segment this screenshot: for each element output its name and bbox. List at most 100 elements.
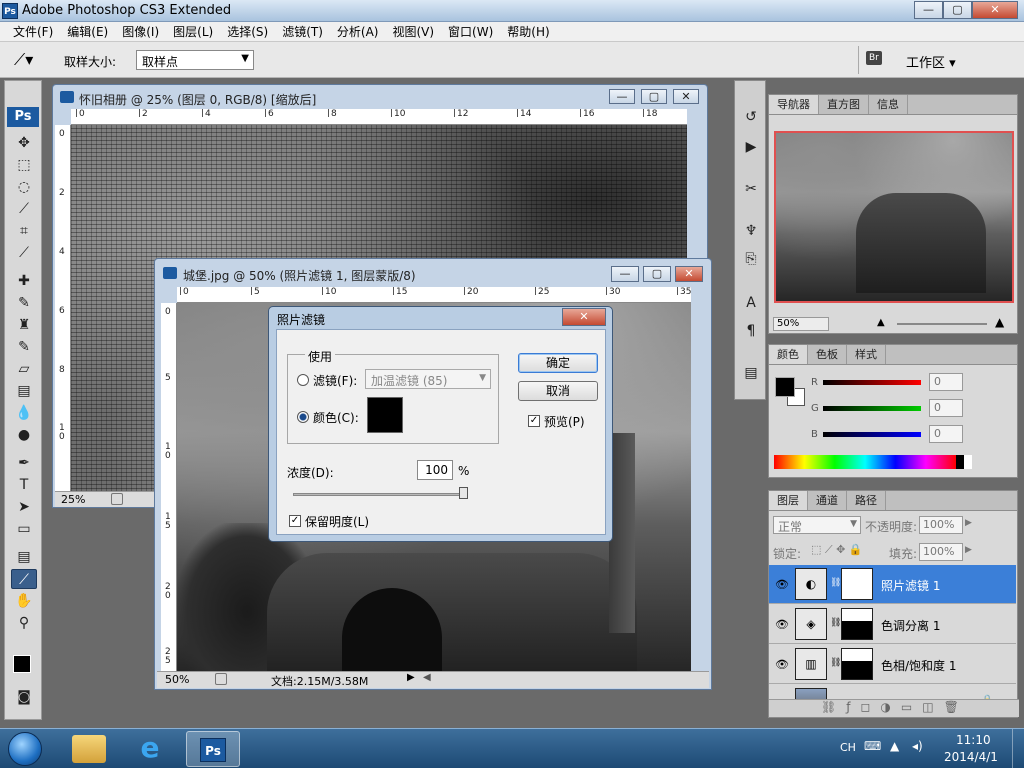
green-slider[interactable] xyxy=(823,406,921,411)
tab-color[interactable]: 颜色 xyxy=(769,345,808,364)
layer-mask-thumbnail[interactable] xyxy=(841,568,873,600)
foreground-color-swatch[interactable] xyxy=(13,655,31,673)
notes-tool-icon[interactable]: ▤ xyxy=(11,547,37,567)
bridge-icon[interactable]: Br xyxy=(866,51,882,65)
path-selection-tool-icon[interactable]: ➤ xyxy=(11,497,37,517)
move-tool-icon[interactable]: ✥ xyxy=(11,133,37,153)
doc-close-button[interactable]: ✕ xyxy=(673,89,699,104)
blue-slider[interactable] xyxy=(823,432,921,437)
navigator-zoom-field[interactable]: 50% xyxy=(773,317,829,331)
doc-maximize-button[interactable]: ▢ xyxy=(641,89,667,104)
layer-mask-thumbnail[interactable] xyxy=(841,608,873,640)
color-swatch[interactable] xyxy=(367,397,403,433)
input-language-indicator[interactable]: CH xyxy=(840,741,856,754)
zoom-level[interactable]: 25% xyxy=(61,493,85,506)
lock-icons[interactable]: ⬚ ⟋ ✥ 🔒 xyxy=(811,543,863,557)
tab-histogram[interactable]: 直方图 xyxy=(819,95,869,114)
tab-styles[interactable]: 样式 xyxy=(847,345,886,364)
gradient-tool-icon[interactable]: ▤ xyxy=(11,381,37,401)
layer-row[interactable]: 👁 ◐ ⛓ 照片滤镜 1 xyxy=(769,565,1016,604)
rectangle-tool-icon[interactable]: ▭ xyxy=(11,519,37,539)
eyedropper-tool-icon[interactable]: ⟋▾ xyxy=(14,50,33,70)
tab-paths[interactable]: 路径 xyxy=(847,491,886,510)
layer-row[interactable]: 👁 背景 🔒 xyxy=(769,685,1016,699)
layer-mask-thumbnail[interactable] xyxy=(841,648,873,680)
paragraph-panel-icon[interactable]: ¶ xyxy=(738,321,764,341)
density-slider-track[interactable] xyxy=(293,493,463,496)
tab-layers[interactable]: 图层 xyxy=(769,491,808,510)
history-brush-tool-icon[interactable]: ✎ xyxy=(11,337,37,357)
tab-swatches[interactable]: 色板 xyxy=(808,345,847,364)
type-tool-icon[interactable]: T xyxy=(11,475,37,495)
layer-row[interactable]: 👁 ▥ ⛓ 色相/饱和度 1 xyxy=(769,645,1016,684)
zoom-level[interactable]: 50% xyxy=(165,673,189,686)
volume-icon[interactable]: ◂) xyxy=(912,739,923,753)
status-menu-icon[interactable] xyxy=(215,673,227,685)
filter-radio[interactable] xyxy=(297,374,309,386)
ok-button[interactable]: 确定 xyxy=(518,353,598,373)
sample-size-select[interactable]: 取样点 ▼ xyxy=(136,50,254,70)
fill-arrow-icon[interactable]: ▶ xyxy=(965,545,972,555)
opacity-input[interactable]: 100% xyxy=(919,516,963,534)
green-input[interactable]: 0 xyxy=(929,399,963,417)
density-slider-thumb[interactable] xyxy=(459,487,468,499)
tab-navigator[interactable]: 导航器 xyxy=(769,95,819,114)
menu-layer[interactable]: 图层(L) xyxy=(166,22,220,42)
zoom-in-icon[interactable]: ▲ xyxy=(995,315,1004,329)
photoshop-task-button[interactable]: Ps xyxy=(186,731,240,767)
keyboard-icon[interactable]: ⌨ xyxy=(864,739,881,753)
cancel-button[interactable]: 取消 xyxy=(518,381,598,401)
red-input[interactable]: 0 xyxy=(929,373,963,391)
show-desktop-button[interactable] xyxy=(1012,729,1024,768)
menu-file[interactable]: 文件(F) xyxy=(6,22,60,42)
doc-minimize-button[interactable]: — xyxy=(611,266,639,282)
network-icon[interactable]: ▲ xyxy=(890,739,899,753)
chain-link-icon[interactable]: ⛓ xyxy=(830,578,841,588)
scroll-left-arrow-icon[interactable]: ◀ xyxy=(423,672,431,683)
visibility-eye-icon[interactable]: 👁 xyxy=(775,658,789,671)
character-panel-icon[interactable]: A xyxy=(738,293,764,313)
tab-info[interactable]: 信息 xyxy=(869,95,908,114)
layer-comps-icon[interactable]: ▤ xyxy=(738,363,764,383)
magic-wand-tool-icon[interactable]: ⟋ xyxy=(11,199,37,219)
blur-tool-icon[interactable]: 💧 xyxy=(11,403,37,423)
minimize-button[interactable]: — xyxy=(914,1,943,19)
eraser-tool-icon[interactable]: ▱ xyxy=(11,359,37,379)
quick-mask-icon[interactable]: ◙ xyxy=(11,687,37,707)
chain-link-icon[interactable]: ⛓ xyxy=(830,618,841,628)
dialog-close-button[interactable]: ✕ xyxy=(562,308,606,326)
hand-tool-icon[interactable]: ✋ xyxy=(11,591,37,611)
crop-tool-icon[interactable]: ⌗ xyxy=(11,221,37,241)
maximize-button[interactable]: ▢ xyxy=(943,1,972,19)
menu-analysis[interactable]: 分析(A) xyxy=(330,22,386,42)
lasso-tool-icon[interactable]: ◌ xyxy=(11,177,37,197)
status-menu-icon[interactable] xyxy=(111,493,123,505)
menu-window[interactable]: 窗口(W) xyxy=(441,22,500,42)
clock-time[interactable]: 11:10 xyxy=(956,733,991,747)
menu-edit[interactable]: 编辑(E) xyxy=(60,22,115,42)
red-slider[interactable] xyxy=(823,380,921,385)
status-arrow-icon[interactable]: ▶ xyxy=(407,672,415,683)
preserve-luminosity-checkbox[interactable]: ✓ xyxy=(289,515,301,527)
actions-panel-icon[interactable]: ▶ xyxy=(738,137,764,157)
zoom-tool-icon[interactable]: ⚲ xyxy=(11,613,37,633)
brushes-panel-icon[interactable]: ♆ xyxy=(738,221,764,241)
foreground-color-swatch[interactable] xyxy=(775,377,795,397)
opacity-arrow-icon[interactable]: ▶ xyxy=(965,518,972,528)
healing-brush-tool-icon[interactable]: ✚ xyxy=(11,271,37,291)
menu-filter[interactable]: 滤镜(T) xyxy=(275,22,330,42)
pen-tool-icon[interactable]: ✒ xyxy=(11,453,37,473)
eyedropper-tool-icon[interactable]: ⟋ xyxy=(11,569,37,589)
menu-select[interactable]: 选择(S) xyxy=(220,22,275,42)
visibility-eye-icon[interactable]: 👁 xyxy=(775,618,789,631)
doc-close-button[interactable]: ✕ xyxy=(675,266,703,282)
chain-link-icon[interactable]: ⛓ xyxy=(830,658,841,668)
color-spectrum-bar[interactable] xyxy=(774,455,972,469)
density-input[interactable]: 100 xyxy=(417,460,453,480)
close-button[interactable]: ✕ xyxy=(972,1,1018,19)
brush-tool-icon[interactable]: ✎ xyxy=(11,293,37,313)
slice-tool-icon[interactable]: ⟋ xyxy=(11,243,37,263)
navigator-preview[interactable] xyxy=(774,131,1014,303)
history-panel-icon[interactable]: ↺ xyxy=(738,107,764,127)
clock-date[interactable]: 2014/4/1 xyxy=(944,750,998,764)
